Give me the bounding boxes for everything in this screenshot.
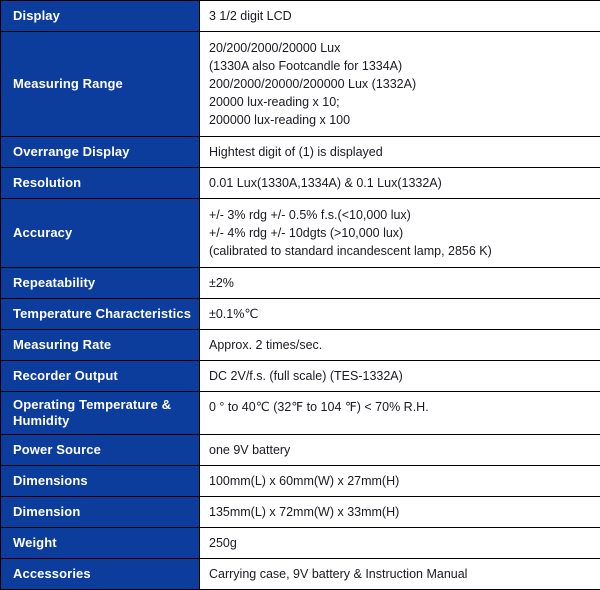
spec-value-line: (calibrated to standard incandescent lam…: [209, 242, 594, 260]
spec-label-cell: Accessories: [1, 559, 200, 590]
specifications-table: Display3 1/2 digit LCDMeasuring Range20/…: [0, 0, 600, 590]
spec-label-cell: Measuring Rate: [1, 330, 200, 361]
spec-value-line: 20/200/2000/20000 Lux: [209, 39, 594, 57]
spec-value-cell: one 9V battery: [200, 435, 600, 466]
table-row: Measuring Rate Approx. 2 times/sec.: [1, 330, 600, 361]
spec-value-line: +/- 4% rdg +/- 10dgts (>10,000 lux): [209, 224, 594, 242]
table-row: Display 3 1/2 digit LCD: [1, 1, 600, 32]
table-row: Temperature Characteristics ±0.1%℃: [1, 299, 600, 330]
spec-value-line: 250g: [209, 534, 594, 552]
specifications-table-body: Display3 1/2 digit LCDMeasuring Range20/…: [1, 1, 600, 590]
table-row: Power Source one 9V battery: [1, 435, 600, 466]
spec-value-cell: DC 2V/f.s. (full scale) (TES-1332A): [200, 361, 600, 392]
spec-value-cell: ±2%: [200, 268, 600, 299]
spec-value-line: 135mm(L) x 72mm(W) x 33mm(H): [209, 503, 594, 521]
spec-value-line: DC 2V/f.s. (full scale) (TES-1332A): [209, 367, 594, 385]
spec-label-cell: Recorder Output: [1, 361, 200, 392]
spec-value-line: 0.01 Lux(1330A,1334A) & 0.1 Lux(1332A): [209, 174, 594, 192]
spec-label-cell: Temperature Characteristics: [1, 299, 200, 330]
spec-value-line: one 9V battery: [209, 441, 594, 459]
spec-value-line: 0 ° to 40℃ (32℉ to 104 ℉) < 70% R.H.: [209, 398, 594, 416]
table-row: Dimension 135mm(L) x 72mm(W) x 33mm(H): [1, 497, 600, 528]
spec-value-line: ±0.1%℃: [209, 305, 594, 323]
spec-value-line: (1330A also Footcandle for 1334A): [209, 57, 594, 75]
spec-value-line: 100mm(L) x 60mm(W) x 27mm(H): [209, 472, 594, 490]
spec-label-cell: Dimension: [1, 497, 200, 528]
spec-value-line: ±2%: [209, 274, 594, 292]
spec-label-cell: Accuracy: [1, 199, 200, 268]
spec-label-cell: Overrange Display: [1, 137, 200, 168]
spec-label-cell: Operating Temperature & Humidity: [1, 392, 200, 435]
spec-value-cell: 100mm(L) x 60mm(W) x 27mm(H): [200, 466, 600, 497]
spec-value-cell: ±0.1%℃: [200, 299, 600, 330]
spec-value-line: Carrying case, 9V battery & Instruction …: [209, 565, 594, 583]
spec-value-cell: +/- 3% rdg +/- 0.5% f.s.(<10,000 lux)+/-…: [200, 199, 600, 268]
spec-label-cell: Measuring Range: [1, 32, 200, 137]
spec-value-cell: 20/200/2000/20000 Lux(1330A also Footcan…: [200, 32, 600, 137]
spec-value-line: 20000 lux-reading x 10;: [209, 93, 594, 111]
table-row: Weight 250g: [1, 528, 600, 559]
spec-value-cell: Carrying case, 9V battery & Instruction …: [200, 559, 600, 590]
spec-value-line: 3 1/2 digit LCD: [209, 7, 594, 25]
spec-value-cell: 3 1/2 digit LCD: [200, 1, 600, 32]
table-row: Accessories Carrying case, 9V battery & I…: [1, 559, 600, 590]
spec-label-cell: Power Source: [1, 435, 200, 466]
spec-label-cell: Dimensions: [1, 466, 200, 497]
spec-value-cell: 135mm(L) x 72mm(W) x 33mm(H): [200, 497, 600, 528]
spec-value-cell: Hightest digit of (1) is displayed: [200, 137, 600, 168]
table-row: Overrange Display Hightest digit of (1) i…: [1, 137, 600, 168]
table-row: Resolution 0.01 Lux(1330A,1334A) & 0.1 Lu…: [1, 168, 600, 199]
spec-label-cell: Weight: [1, 528, 200, 559]
spec-value-line: Approx. 2 times/sec.: [209, 336, 594, 354]
table-row: Recorder Output DC 2V/f.s. (full scale) (…: [1, 361, 600, 392]
spec-value-cell: 0 ° to 40℃ (32℉ to 104 ℉) < 70% R.H.: [200, 392, 600, 435]
spec-label-cell: Resolution: [1, 168, 200, 199]
spec-value-cell: 0.01 Lux(1330A,1334A) & 0.1 Lux(1332A): [200, 168, 600, 199]
table-row: Measuring Range20/200/2000/20000 Lux(133…: [1, 32, 600, 137]
spec-value-line: +/- 3% rdg +/- 0.5% f.s.(<10,000 lux): [209, 206, 594, 224]
table-row: Accuracy+/- 3% rdg +/- 0.5% f.s.(<10,000…: [1, 199, 600, 268]
spec-value-line: Hightest digit of (1) is displayed: [209, 143, 594, 161]
table-row: Operating Temperature & Humidity 0 ° to 4…: [1, 392, 600, 435]
spec-value-cell: Approx. 2 times/sec.: [200, 330, 600, 361]
spec-label-cell: Display: [1, 1, 200, 32]
table-row: Repeatability ±2%: [1, 268, 600, 299]
spec-value-cell: 250g: [200, 528, 600, 559]
table-row: Dimensions 100mm(L) x 60mm(W) x 27mm(H): [1, 466, 600, 497]
spec-label-cell: Repeatability: [1, 268, 200, 299]
spec-value-line: 200000 lux-reading x 100: [209, 111, 594, 129]
spec-value-line: 200/2000/20000/200000 Lux (1332A): [209, 75, 594, 93]
